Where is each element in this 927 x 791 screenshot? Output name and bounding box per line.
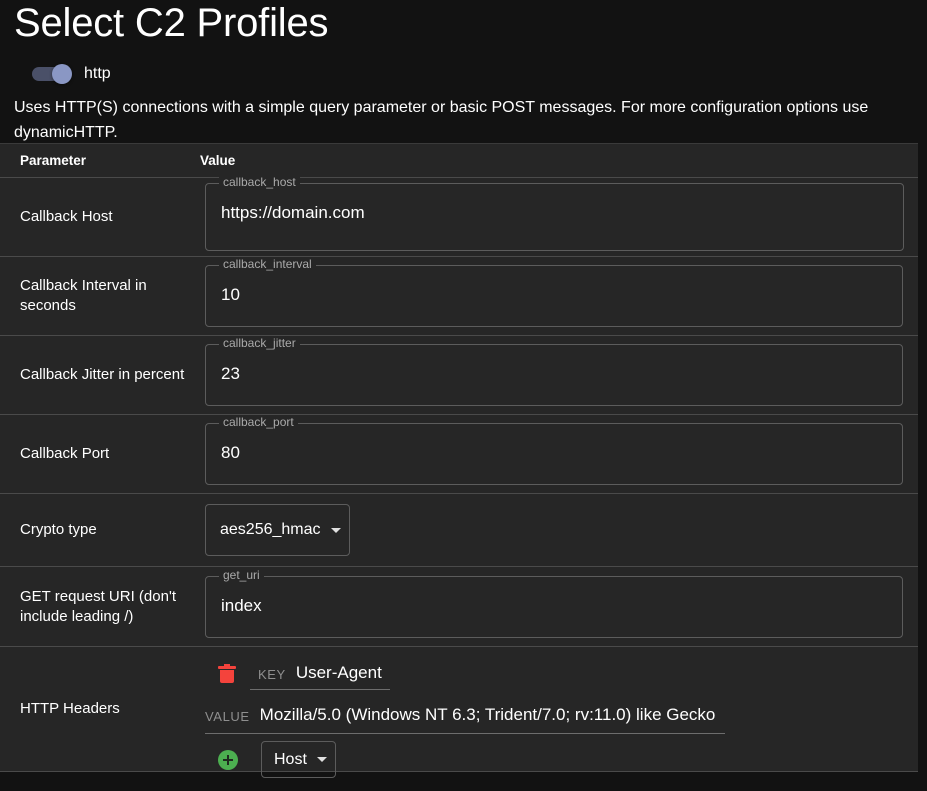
header-key-row: KEY User-Agent (218, 657, 401, 691)
chevron-down-icon (331, 528, 341, 533)
table-header-row: Parameter Value (0, 144, 918, 178)
table-row: HTTP Headers KEY User-Agent VALUE (0, 647, 918, 772)
value-cell: callback_port 80 (200, 423, 918, 485)
value-cell: callback_host https://domain.com (200, 183, 918, 251)
column-header-value: Value (200, 153, 918, 168)
add-header-row: Host (218, 741, 336, 778)
parameter-label: GET request URI (don't include leading /… (0, 587, 200, 627)
field-value: 23 (221, 363, 240, 385)
callback-host-field[interactable]: callback_host https://domain.com (205, 183, 904, 251)
toggle-thumb (52, 64, 72, 84)
parameter-label: Callback Port (0, 444, 200, 464)
header-value-adornment: VALUE (205, 709, 250, 724)
field-outline (205, 265, 903, 327)
crypto-type-selected-value: aes256_hmac (220, 521, 321, 539)
table-row: GET request URI (don't include leading /… (0, 567, 918, 647)
profile-description: Uses HTTP(S) connections with a simple q… (14, 95, 894, 145)
field-outline (205, 423, 903, 485)
http-profile-toggle[interactable] (32, 64, 72, 84)
delete-header-icon[interactable] (218, 664, 236, 684)
field-value: 10 (221, 284, 240, 306)
header-value-value: Mozilla/5.0 (Windows NT 6.3; Trident/7.0… (260, 704, 716, 726)
http-headers-editor: KEY User-Agent VALUE Mozilla/5.0 (Window… (200, 647, 918, 771)
parameter-label: Crypto type (0, 520, 200, 540)
value-cell: aes256_hmac (200, 504, 918, 556)
callback-interval-field[interactable]: callback_interval 10 (205, 265, 903, 327)
trash-lid (218, 666, 236, 669)
value-cell: get_uri index (200, 576, 918, 638)
field-label: callback_port (219, 415, 298, 429)
add-header-type-select[interactable]: Host (261, 741, 336, 778)
header-key-underline (250, 689, 390, 690)
trash-body (220, 670, 234, 683)
callback-jitter-field[interactable]: callback_jitter 23 (205, 344, 903, 406)
page-title: Select C2 Profiles (14, 0, 328, 48)
table-row: Callback Interval in seconds callback_in… (0, 257, 918, 336)
field-label: callback_interval (219, 257, 316, 271)
callback-port-field[interactable]: callback_port 80 (205, 423, 903, 485)
field-outline (205, 344, 903, 406)
field-label: callback_host (219, 175, 300, 189)
parameter-label: Callback Jitter in percent (0, 365, 200, 385)
table-row: Callback Port callback_port 80 (0, 415, 918, 494)
column-header-parameter: Parameter (0, 153, 200, 168)
add-header-type-value: Host (274, 751, 307, 769)
header-value-underline (205, 733, 725, 734)
header-key-value: User-Agent (296, 662, 382, 684)
header-key-input[interactable]: User-Agent (296, 660, 401, 688)
get-uri-field[interactable]: get_uri index (205, 576, 903, 638)
value-cell: callback_interval 10 (200, 265, 918, 327)
add-header-icon[interactable] (218, 750, 238, 770)
header-value-input[interactable]: Mozilla/5.0 (Windows NT 6.3; Trident/7.0… (260, 703, 780, 729)
chevron-down-icon (317, 757, 327, 762)
parameter-label: Callback Interval in seconds (0, 276, 200, 316)
table-row: Callback Host callback_host https://doma… (0, 178, 918, 257)
field-value: https://domain.com (221, 202, 365, 224)
parameter-label: Callback Host (0, 207, 200, 227)
http-profile-toggle-label: http (84, 64, 111, 84)
http-profile-toggle-row: http (32, 61, 111, 87)
header-value-row: VALUE Mozilla/5.0 (Windows NT 6.3; Tride… (205, 702, 780, 730)
field-value: index (221, 595, 262, 617)
field-outline (205, 576, 903, 638)
value-cell: callback_jitter 23 (200, 344, 918, 406)
field-label: callback_jitter (219, 336, 300, 350)
field-value: 80 (221, 442, 240, 464)
parameters-table: Parameter Value Callback Host callback_h… (0, 143, 918, 772)
c2-profile-config-page: Select C2 Profiles http Uses HTTP(S) con… (0, 0, 927, 791)
field-label: get_uri (219, 568, 264, 582)
parameter-label: HTTP Headers (0, 647, 200, 771)
table-row: Crypto type aes256_hmac (0, 494, 918, 567)
crypto-type-select[interactable]: aes256_hmac (205, 504, 350, 556)
table-row: Callback Jitter in percent callback_jitt… (0, 336, 918, 415)
header-key-adornment: KEY (258, 667, 286, 682)
